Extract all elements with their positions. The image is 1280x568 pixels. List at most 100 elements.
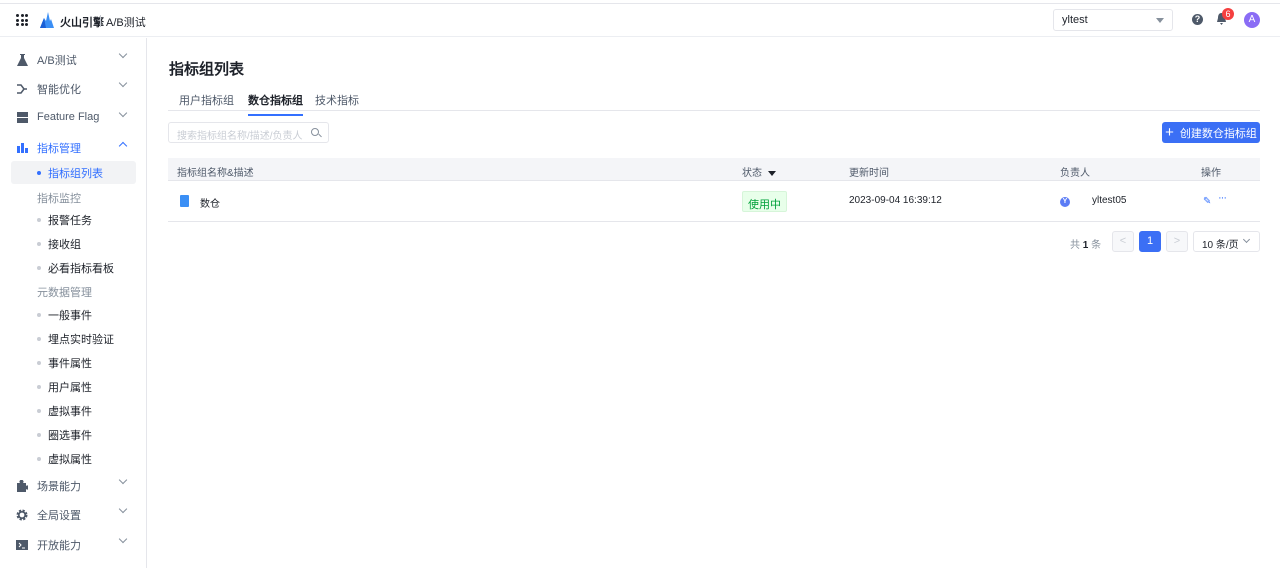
sidebar-item-scenarios[interactable]: 场景能力 [16, 475, 136, 494]
plus-icon: + [1165, 124, 1174, 141]
tab-bar: 用户指标组 数仓指标组 技术指标 [168, 90, 1260, 116]
user-avatar[interactable]: A [1244, 12, 1260, 28]
next-page-button[interactable]: > [1166, 231, 1188, 252]
pagination-total: 共 1 条 [1070, 236, 1101, 251]
sidebar-item-label: A/B测试 [37, 55, 77, 67]
sidebar-item-label: 场景能力 [37, 481, 81, 493]
status-badge: 使用中 [742, 191, 787, 212]
prev-page-button[interactable]: < [1112, 231, 1134, 252]
create-warehouse-metric-group-button[interactable]: + 创建数仓指标组 [1162, 122, 1260, 143]
sidebar-item-global-settings[interactable]: 全局设置 [16, 504, 136, 523]
sidebar: A/B测试 智能优化 Feature Flag 指标管理 指标组列表 指标监控 … [0, 38, 147, 568]
sidebar-subitem-label: 必看指标看板 [48, 262, 114, 275]
sidebar-subitem-label: 接收组 [48, 238, 81, 251]
column-header-updated: 更新时间 [849, 168, 889, 179]
sidebar-subitem-label: 埋点实时验证 [48, 333, 114, 346]
updated-time: 2023-09-04 16:39:12 [849, 195, 942, 206]
total-count: 1 [1082, 240, 1089, 251]
sidebar-subitem-label: 事件属性 [48, 357, 92, 370]
server-icon [16, 111, 28, 123]
sidebar-subitem-label: 圈选事件 [48, 429, 92, 442]
tab-user-metric-groups[interactable]: 用户指标组 [179, 92, 234, 114]
sidebar-subitem[interactable]: 埋点实时验证 [11, 327, 136, 350]
column-header-status: 状态 [742, 164, 776, 179]
project-select[interactable]: yltest [1053, 9, 1173, 31]
sidebar-item-feature-flag[interactable]: Feature Flag [16, 108, 136, 123]
create-button-label: 创建数仓指标组 [1179, 127, 1257, 140]
edit-icon[interactable]: ✎ [1203, 196, 1211, 207]
sidebar-subitem-label: 虚拟属性 [48, 453, 92, 466]
notification-badge: 6 [1222, 8, 1234, 20]
sidebar-subitem[interactable]: 事件属性 [11, 351, 136, 374]
page-1-button[interactable]: 1 [1139, 231, 1161, 252]
divider [100, 15, 101, 27]
project-value: yltest [1062, 14, 1088, 26]
tab-warehouse-metric-groups[interactable]: 数仓指标组 [248, 92, 303, 116]
sidebar-subitem-label: 报警任务 [48, 214, 92, 227]
chevron-down-icon [118, 108, 128, 118]
sidebar-item-label: 智能优化 [37, 84, 81, 96]
sidebar-group-label: 元数据管理 [37, 287, 92, 299]
puzzle-icon [16, 480, 28, 492]
branch-icon [16, 83, 28, 95]
column-header-name: 指标组名称&描述 [177, 168, 254, 179]
tab-technical-metrics[interactable]: 技术指标 [315, 92, 359, 114]
document-chart-icon [180, 195, 189, 207]
sidebar-subitem[interactable]: 接收组 [11, 232, 136, 255]
sidebar-subitem[interactable]: 一般事件 [11, 303, 136, 326]
search-placeholder: 搜索指标组名称/描述/负责人 [177, 131, 303, 142]
column-header-owner: 负责人 [1060, 168, 1090, 179]
chevron-down-icon [118, 49, 128, 59]
sidebar-subitem-label: 虚拟事件 [48, 405, 92, 418]
chevron-up-icon [118, 141, 128, 151]
sidebar-item-ab-test[interactable]: A/B测试 [16, 49, 136, 68]
sidebar-subitem-metric-group-list[interactable]: 指标组列表 [11, 161, 136, 184]
filter-icon[interactable] [768, 170, 776, 176]
apps-grid-icon[interactable] [16, 14, 28, 26]
sidebar-group-label: 指标监控 [37, 193, 81, 205]
gear-icon [16, 509, 28, 521]
sidebar-subitem[interactable]: 报警任务 [11, 208, 136, 231]
sidebar-item-label: Feature Flag [37, 111, 100, 123]
chevron-down-icon [118, 534, 128, 544]
table-header: 指标组名称&描述 状态 更新时间 负责人 操作 [168, 158, 1260, 181]
sidebar-item-smart-optimize[interactable]: 智能优化 [16, 78, 136, 97]
sidebar-item-label: 指标管理 [37, 143, 81, 155]
sidebar-subitem[interactable]: 用户属性 [11, 375, 136, 398]
chevron-down-icon [118, 78, 128, 88]
sidebar-subitem-label: 一般事件 [48, 309, 92, 322]
product-name[interactable]: A/B测试 [106, 14, 146, 30]
table-row: 数仓 使用中 2023-09-04 16:39:12 Y yltest05 ✎ … [168, 181, 1260, 222]
page-size-value: 10 条/页 [1202, 240, 1239, 251]
chevron-down-icon [118, 475, 128, 485]
chevron-down-icon [1242, 235, 1251, 244]
sidebar-item-open-capabilities[interactable]: 开放能力 [16, 534, 136, 553]
total-suffix: 条 [1091, 240, 1102, 251]
sidebar-subitem-label: 用户属性 [48, 381, 92, 394]
help-icon[interactable]: ? [1192, 14, 1203, 25]
sidebar-item-label: 开放能力 [37, 540, 81, 552]
search-input[interactable]: 搜索指标组名称/描述/负责人 [168, 122, 329, 143]
brand-name: 火山引擎 [60, 17, 104, 29]
caret-down-icon [1156, 18, 1164, 23]
column-header-actions: 操作 [1201, 168, 1221, 179]
total-prefix: 共 [1070, 240, 1080, 251]
sidebar-subitem[interactable]: 必看指标看板 [11, 256, 136, 279]
sidebar-item-label: 全局设置 [37, 510, 81, 522]
sidebar-subitem[interactable]: 虚拟事件 [11, 399, 136, 422]
metric-group-name[interactable]: 数仓 [200, 195, 220, 210]
sidebar-item-metric-management[interactable]: 指标管理 [16, 140, 136, 156]
search-icon [311, 128, 319, 136]
sidebar-subitem[interactable]: 虚拟属性 [11, 447, 136, 470]
more-icon[interactable]: ··· [1218, 192, 1227, 204]
top-bar: 火山引擎 A/B测试 yltest ? 6 A [0, 3, 1280, 37]
page-size-select[interactable]: 10 条/页 [1193, 231, 1260, 252]
page-title: 指标组列表 [169, 61, 245, 78]
column-header-label: 状态 [742, 168, 762, 179]
sidebar-subitem[interactable]: 圈选事件 [11, 423, 136, 446]
flask-icon [16, 54, 28, 66]
owner-avatar: Y [1060, 197, 1070, 207]
owner-name: yltest05 [1092, 195, 1127, 206]
bar-chart-icon [16, 142, 28, 154]
terminal-icon [16, 539, 28, 551]
